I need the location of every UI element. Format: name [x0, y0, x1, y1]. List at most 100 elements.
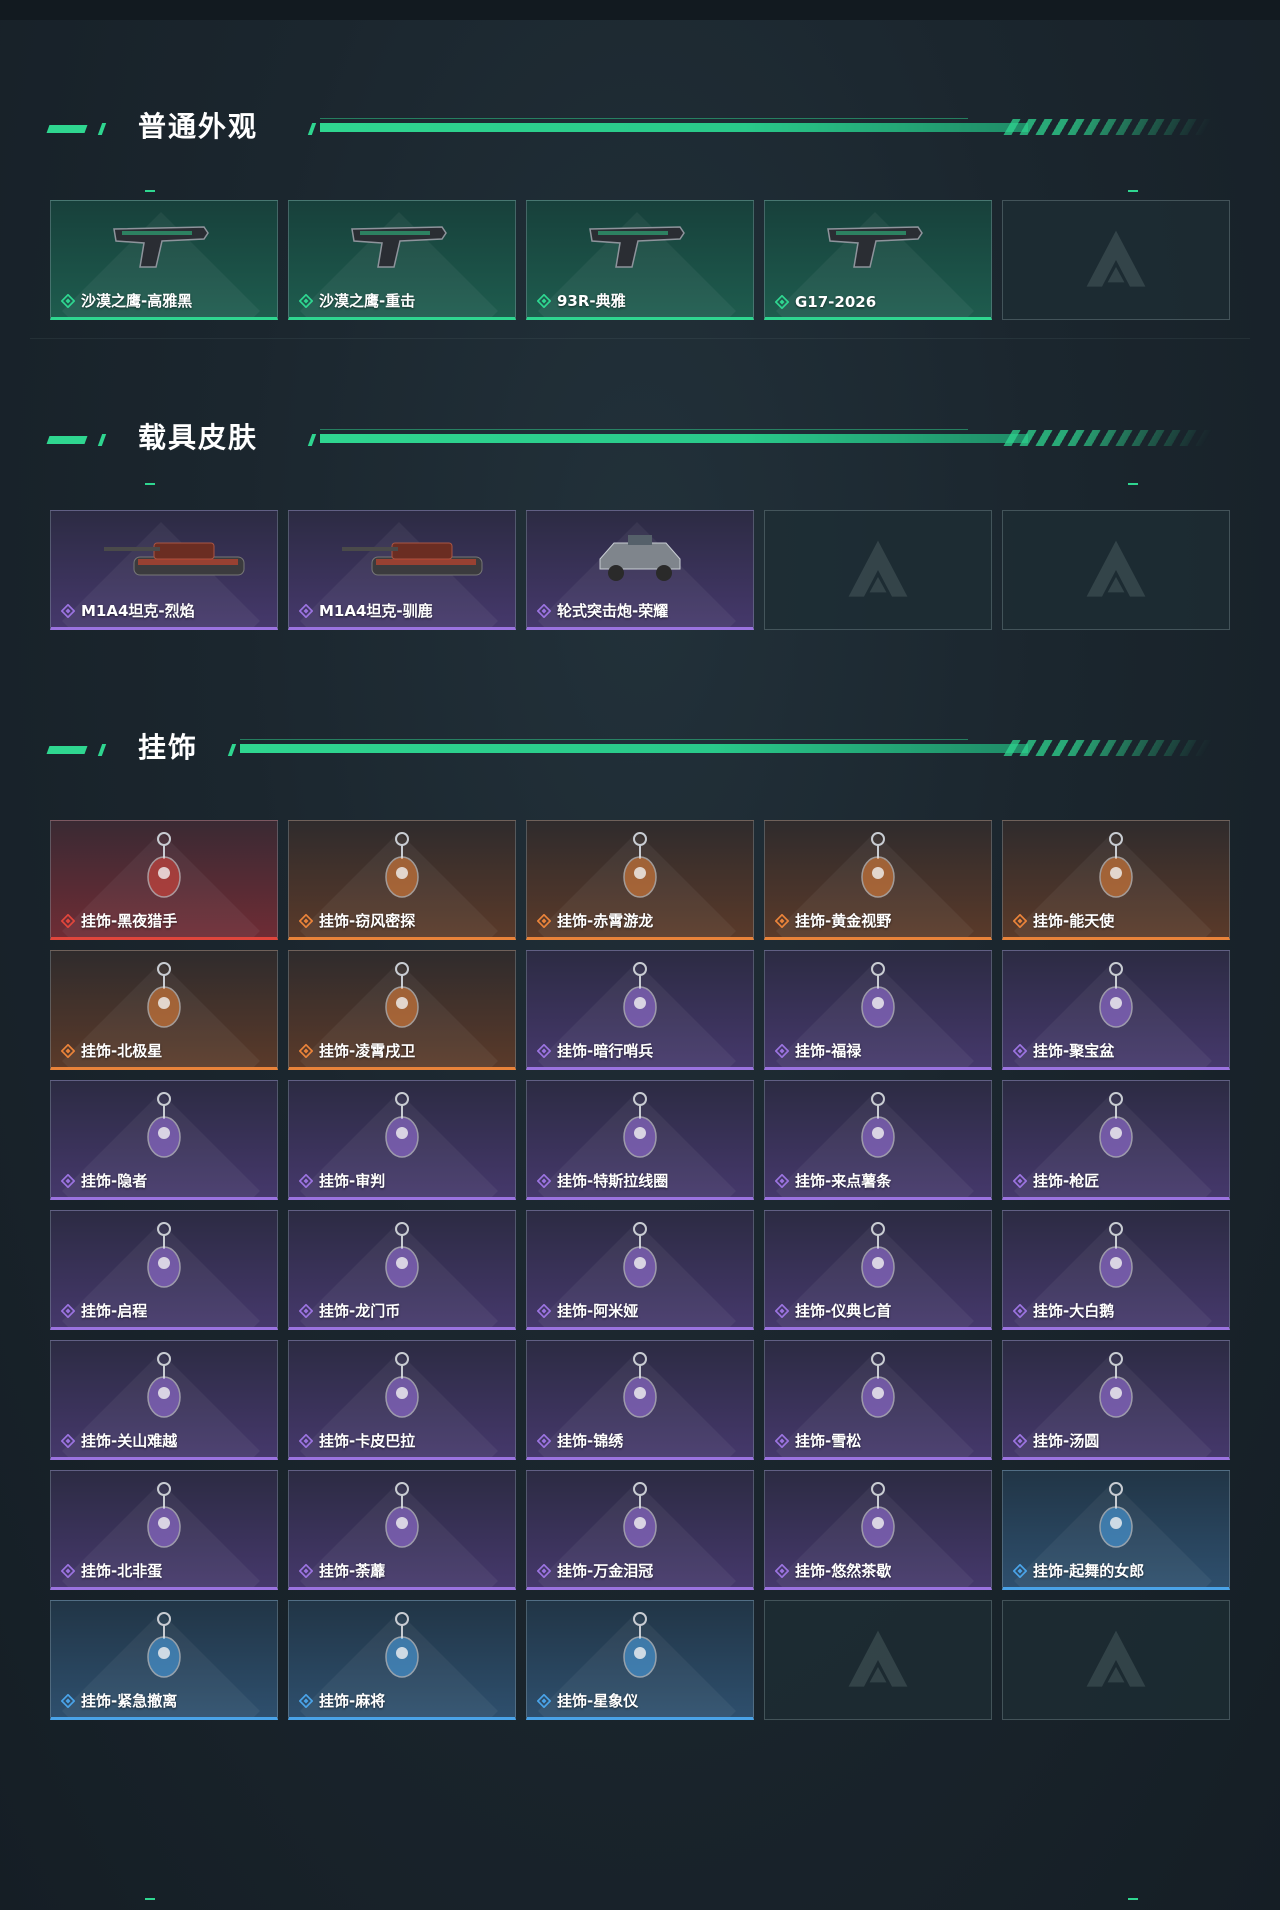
item-name: 挂饰-聚宝盆 [1033, 1042, 1115, 1060]
rarity-diamond-icon [774, 1043, 790, 1058]
section-header-vehicle: 载具皮肤 [46, 418, 1213, 458]
charm-item-card[interactable]: 挂饰-启程 [50, 1210, 278, 1330]
item-label: M1A4坦克-烈焰 [60, 600, 195, 621]
charm-icon [342, 829, 462, 899]
charm-item-card[interactable]: 挂饰-麻将 [288, 1600, 516, 1720]
charm-icon [818, 1349, 938, 1419]
header-mark [46, 436, 88, 444]
charm-item-card[interactable]: 挂饰-隐者 [50, 1080, 278, 1200]
item-name: 挂饰-卡皮巴拉 [319, 1432, 416, 1450]
item-name: 挂饰-汤圆 [1033, 1432, 1100, 1450]
charm-item-card[interactable]: 挂饰-汤圆 [1002, 1340, 1230, 1460]
item-name: 挂饰-启程 [81, 1302, 148, 1320]
charm-item-card[interactable]: 挂饰-黑夜猎手 [50, 820, 278, 940]
charm-item-card[interactable]: 挂饰-黄金视野 [764, 820, 992, 940]
item-name: 挂饰-特斯拉线圈 [557, 1172, 669, 1190]
item-label: 挂饰-悠然茶歇 [774, 1560, 891, 1581]
charm-item-card[interactable]: 挂饰-紧急撤离 [50, 1600, 278, 1720]
item-label: 挂饰-黄金视野 [774, 910, 891, 931]
charm-item-card[interactable]: 挂饰-仪典匕首 [764, 1210, 992, 1330]
charm-icon [104, 959, 224, 1029]
item-name: G17-2026 [795, 293, 877, 311]
item-label: G17-2026 [774, 293, 877, 311]
charm-item-card[interactable]: 挂饰-卡皮巴拉 [288, 1340, 516, 1460]
charm-item-card[interactable]: 挂饰-雪松 [764, 1340, 992, 1460]
charm-item-card[interactable]: 挂饰-北非蛋 [50, 1470, 278, 1590]
rarity-diamond-icon [774, 1433, 790, 1448]
charm-item-card[interactable]: 挂饰-荼蘼 [288, 1470, 516, 1590]
item-name: 挂饰-大白鹅 [1033, 1302, 1115, 1320]
charm-item-card[interactable]: 挂饰-来点薯条 [764, 1080, 992, 1200]
charm-icon [342, 1219, 462, 1289]
charm-item-card[interactable]: 挂饰-暗行哨兵 [526, 950, 754, 1070]
rarity-diamond-icon [536, 913, 552, 928]
item-name: 挂饰-万金泪冠 [557, 1562, 654, 1580]
charm-item-card[interactable]: 挂饰-凌霄戌卫 [288, 950, 516, 1070]
charm-item-card[interactable]: 挂饰-阿米娅 [526, 1210, 754, 1330]
charm-icon [342, 1609, 462, 1679]
charm-icon [1056, 1219, 1176, 1289]
rarity-diamond-icon [774, 294, 790, 310]
normal-item-card[interactable]: 沙漠之鹰-重击 [288, 200, 516, 320]
section-header-normal: 普通外观 [46, 107, 1213, 147]
charm-item-card[interactable]: 挂饰-万金泪冠 [526, 1470, 754, 1590]
rarity-diamond-icon [1012, 1173, 1028, 1188]
normal-item-card[interactable]: G17-2026 [764, 200, 992, 320]
section-title: 普通外观 [138, 110, 259, 143]
item-label: 挂饰-仪典匕首 [774, 1300, 891, 1321]
charm-item-card[interactable]: 挂饰-赤霄游龙 [526, 820, 754, 940]
charm-item-card[interactable]: 挂饰-悠然茶歇 [764, 1470, 992, 1590]
normal-item-card[interactable]: 沙漠之鹰-高雅黑 [50, 200, 278, 320]
rarity-diamond-icon [1012, 1043, 1028, 1058]
charm-icon [342, 1349, 462, 1419]
charm-icon [1056, 959, 1176, 1029]
charm-item-card[interactable]: 挂饰-关山难越 [50, 1340, 278, 1460]
charm-icon [104, 829, 224, 899]
charm-item-card[interactable]: 挂饰-北极星 [50, 950, 278, 1070]
item-name: 沙漠之鹰-高雅黑 [81, 292, 193, 310]
charm-item-card[interactable]: 挂饰-大白鹅 [1002, 1210, 1230, 1330]
charm-item-card[interactable]: 挂饰-锦绣 [526, 1340, 754, 1460]
vehicle-item-card[interactable]: M1A4坦克-驯鹿 [288, 510, 516, 630]
item-name: 挂饰-起舞的女郎 [1033, 1562, 1145, 1580]
charm-icon [818, 959, 938, 1029]
tank-icon [104, 519, 245, 589]
rarity-diamond-icon [298, 1173, 314, 1188]
rarity-diamond-icon [60, 1563, 76, 1578]
rarity-diamond-icon [1012, 1303, 1028, 1318]
charm-item-card[interactable]: 挂饰-审判 [288, 1080, 516, 1200]
charm-item-card[interactable]: 挂饰-聚宝盆 [1002, 950, 1230, 1070]
vehicle-item-card[interactable]: M1A4坦克-烈焰 [50, 510, 278, 630]
rarity-diamond-icon [60, 913, 76, 928]
grid-charm: 挂饰-黑夜猎手 挂饰-窃风密探 挂饰-赤霄游龙 挂饰-黄金视野 挂饰-能天使挂饰-北极星… [50, 820, 1230, 1720]
item-label: 挂饰-凌霄戌卫 [298, 1040, 416, 1061]
charm-icon [580, 1219, 700, 1289]
vehicle-item-card[interactable]: 轮式突击炮-荣耀 [526, 510, 754, 630]
charm-item-card[interactable]: 挂饰-龙门币 [288, 1210, 516, 1330]
charm-item-card[interactable]: 挂饰-起舞的女郎 [1002, 1470, 1230, 1590]
charm-icon [1056, 1089, 1176, 1159]
pistol-icon [104, 209, 224, 279]
item-label: 挂饰-锦绣 [536, 1430, 623, 1451]
charm-item-card[interactable]: 挂饰-福禄 [764, 950, 992, 1070]
item-name: 挂饰-隐者 [81, 1172, 148, 1190]
normal-item-card[interactable]: 93R-典雅 [526, 200, 754, 320]
charm-icon [580, 829, 700, 899]
corner-mark [145, 190, 155, 192]
item-label: 挂饰-麻将 [298, 1690, 385, 1711]
rarity-diamond-icon [60, 1303, 76, 1318]
charm-item-card[interactable]: 挂饰-特斯拉线圈 [526, 1080, 754, 1200]
logo-watermark-icon [1081, 535, 1151, 605]
item-name: 挂饰-北极星 [81, 1042, 163, 1060]
item-name: 挂饰-凌霄戌卫 [319, 1042, 416, 1060]
charm-item-card[interactable]: 挂饰-星象仪 [526, 1600, 754, 1720]
item-name: 挂饰-福禄 [795, 1042, 862, 1060]
charm-item-card[interactable]: 挂饰-窃风密探 [288, 820, 516, 940]
charm-icon [104, 1349, 224, 1419]
charm-item-card[interactable]: 挂饰-能天使 [1002, 820, 1230, 940]
top-band [0, 0, 1280, 20]
item-label: 挂饰-福禄 [774, 1040, 862, 1061]
item-name: 挂饰-雪松 [795, 1432, 862, 1450]
charm-icon [580, 1089, 700, 1159]
charm-item-card[interactable]: 挂饰-枪匠 [1002, 1080, 1230, 1200]
